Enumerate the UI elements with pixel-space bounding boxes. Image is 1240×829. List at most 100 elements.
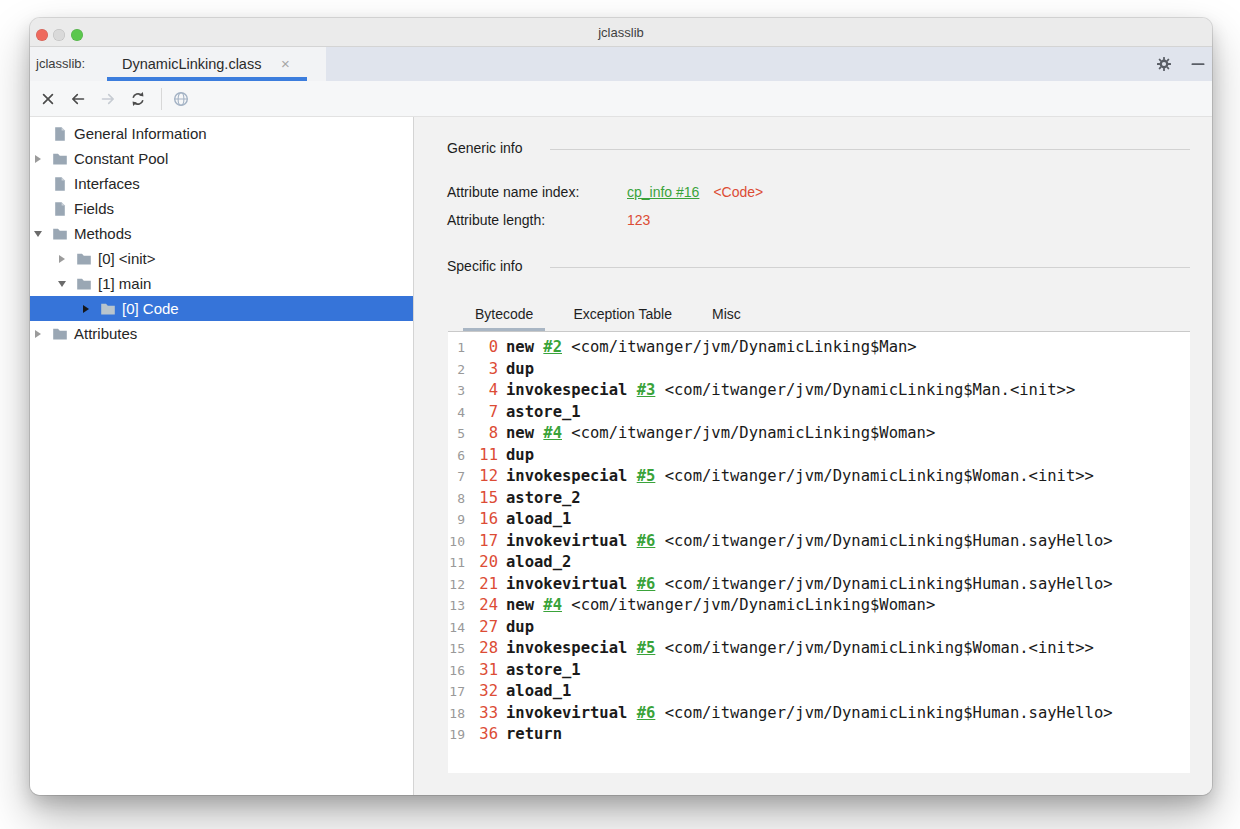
bytecode-instruction: dup — [506, 618, 534, 636]
bytecode-offset: 27 — [465, 618, 498, 636]
bytecode-line: 712invokespecial #5 <com/itwanger/jvm/Dy… — [448, 467, 1190, 489]
chevron-expanded-icon[interactable] — [30, 231, 46, 237]
bytecode-instruction: dup — [506, 446, 534, 464]
titlebar[interactable]: jclasslib — [30, 18, 1212, 47]
line-number: 6 — [448, 448, 465, 463]
bytecode-offset: 15 — [465, 489, 498, 507]
bytecode-instruction: invokevirtual #6 <com/itwanger/jvm/Dynam… — [506, 704, 1113, 722]
chevron-collapsed-icon[interactable] — [30, 155, 46, 163]
bytecode-line: 916aload_1 — [448, 510, 1190, 532]
bytecode-instruction: return — [506, 725, 562, 743]
line-number: 1 — [448, 340, 465, 355]
tree-item-label: [0] Code — [122, 300, 179, 317]
bytecode-line: 1936return — [448, 725, 1190, 747]
bytecode-line: 1120aload_2 — [448, 553, 1190, 575]
bytecode-instruction: invokespecial #5 <com/itwanger/jvm/Dynam… — [506, 639, 1094, 657]
constant-pool-ref-link[interactable]: #4 — [543, 596, 562, 614]
tab-close-icon[interactable]: × — [281, 47, 290, 81]
bytecode-instruction: new #4 <com/itwanger/jvm/DynamicLinking$… — [506, 424, 935, 442]
bytecode-line: 34invokespecial #3 <com/itwanger/jvm/Dyn… — [448, 381, 1190, 403]
constant-pool-ref-link[interactable]: #5 — [637, 639, 656, 657]
tree-item-constant-pool[interactable]: Constant Pool — [30, 146, 413, 171]
constant-pool-ref-link[interactable]: #5 — [637, 467, 656, 485]
detail-tabs: Bytecode Exception Table Misc — [448, 300, 1190, 331]
window-title: jclasslib — [30, 18, 1212, 47]
chevron-collapsed-icon[interactable] — [30, 330, 46, 338]
bytecode-line: 1017invokevirtual #6 <com/itwanger/jvm/D… — [448, 532, 1190, 554]
minimize-panel-icon[interactable] — [1190, 56, 1206, 72]
bytecode-line: 1324new #4 <com/itwanger/jvm/DynamicLink… — [448, 596, 1190, 618]
constant-pool-ref-link[interactable]: #6 — [637, 532, 656, 550]
bytecode-offset: 8 — [465, 424, 498, 442]
tab-bytecode[interactable]: Bytecode — [463, 300, 545, 331]
tree-item-0-code[interactable]: [0] Code — [30, 296, 413, 321]
folder-icon — [52, 326, 68, 342]
tab-dynamiclinking[interactable]: DynamicLinking.class × — [107, 47, 310, 81]
tree-item-attributes[interactable]: Attributes — [30, 321, 413, 346]
browser-icon[interactable] — [173, 91, 189, 107]
tree-item-label: General Information — [74, 125, 207, 142]
bytecode-offset: 36 — [465, 725, 498, 743]
line-number: 18 — [448, 706, 465, 721]
tree-item-label: Methods — [74, 225, 132, 242]
document-icon — [52, 201, 68, 217]
line-number: 12 — [448, 577, 465, 592]
constant-pool-ref-link[interactable]: #6 — [637, 575, 656, 593]
tab-exception-table[interactable]: Exception Table — [561, 300, 684, 331]
bytecode-instruction: invokespecial #5 <com/itwanger/jvm/Dynam… — [506, 467, 1094, 485]
document-icon — [52, 176, 68, 192]
bytecode-instruction: invokespecial #3 <com/itwanger/jvm/Dynam… — [506, 381, 1075, 399]
tree-item-1-main[interactable]: [1] main — [30, 271, 413, 296]
bytecode-offset: 4 — [465, 381, 498, 399]
constant-pool-ref-link[interactable]: #3 — [637, 381, 656, 399]
tree-item-0-init[interactable]: [0] <init> — [30, 246, 413, 271]
chevron-collapsed-icon[interactable] — [54, 255, 70, 263]
refresh-icon[interactable] — [130, 91, 146, 107]
chevron-collapsed-icon[interactable] — [78, 305, 94, 313]
bytecode-offset: 7 — [465, 403, 498, 421]
bytecode-instruction: dup — [506, 360, 534, 378]
toolbar-separator — [161, 88, 162, 110]
line-number: 11 — [448, 555, 465, 570]
constant-pool-ref-link[interactable]: #2 — [543, 338, 562, 356]
tree-item-label: Interfaces — [74, 175, 140, 192]
bytecode-line: 1221invokevirtual #6 <com/itwanger/jvm/D… — [448, 575, 1190, 597]
line-number: 9 — [448, 512, 465, 527]
tab-label: DynamicLinking.class — [122, 47, 261, 81]
tabs-prefix-label: jclasslib: — [36, 47, 85, 81]
cp-info-link[interactable]: cp_info #16 — [627, 184, 699, 200]
attribute-length-label: Attribute length: — [447, 212, 627, 228]
line-number: 15 — [448, 641, 465, 656]
bytecode-instruction: aload_1 — [506, 682, 571, 700]
bytecode-instruction: astore_1 — [506, 661, 581, 679]
bytecode-line: 1427dup — [448, 618, 1190, 640]
line-number: 16 — [448, 663, 465, 678]
tab-misc[interactable]: Misc — [700, 300, 753, 331]
bytecode-offset: 3 — [465, 360, 498, 378]
chevron-expanded-icon[interactable] — [54, 281, 70, 287]
bytecode-offset: 17 — [465, 532, 498, 550]
attribute-length-row: Attribute length: 123 — [447, 211, 650, 229]
constant-pool-ref-link[interactable]: #6 — [637, 704, 656, 722]
tree-item-interfaces[interactable]: Interfaces — [30, 171, 413, 196]
back-arrow-icon[interactable] — [70, 91, 86, 107]
tree-item-general-information[interactable]: General Information — [30, 121, 413, 146]
close-icon[interactable] — [40, 91, 56, 107]
folder-icon — [52, 151, 68, 167]
bytecode-panel: 10 new #2 <com/itwanger/jvm/DynamicLinkin… — [448, 331, 1190, 773]
constant-pool-ref-link[interactable]: #4 — [543, 424, 562, 442]
bytecode-instruction: new #4 <com/itwanger/jvm/DynamicLinking$… — [506, 596, 935, 614]
bytecode-offset: 21 — [465, 575, 498, 593]
bytecode-offset: 0 — [465, 338, 498, 356]
attribute-name-index-label: Attribute name index: — [447, 184, 627, 200]
bytecode-line: 1631astore_1 — [448, 661, 1190, 683]
tree-item-methods[interactable]: Methods — [30, 221, 413, 246]
tree-item-fields[interactable]: Fields — [30, 196, 413, 221]
bytecode-instruction: new #2 <com/itwanger/jvm/DynamicLinking$… — [506, 338, 917, 356]
forward-arrow-icon[interactable] — [100, 91, 116, 107]
settings-gear-icon[interactable] — [1156, 56, 1172, 72]
bytecode-line: 1732aload_1 — [448, 682, 1190, 704]
folder-icon — [76, 251, 92, 267]
bytecode-instruction: astore_2 — [506, 489, 581, 507]
generic-info-heading: Generic info — [447, 139, 1190, 157]
